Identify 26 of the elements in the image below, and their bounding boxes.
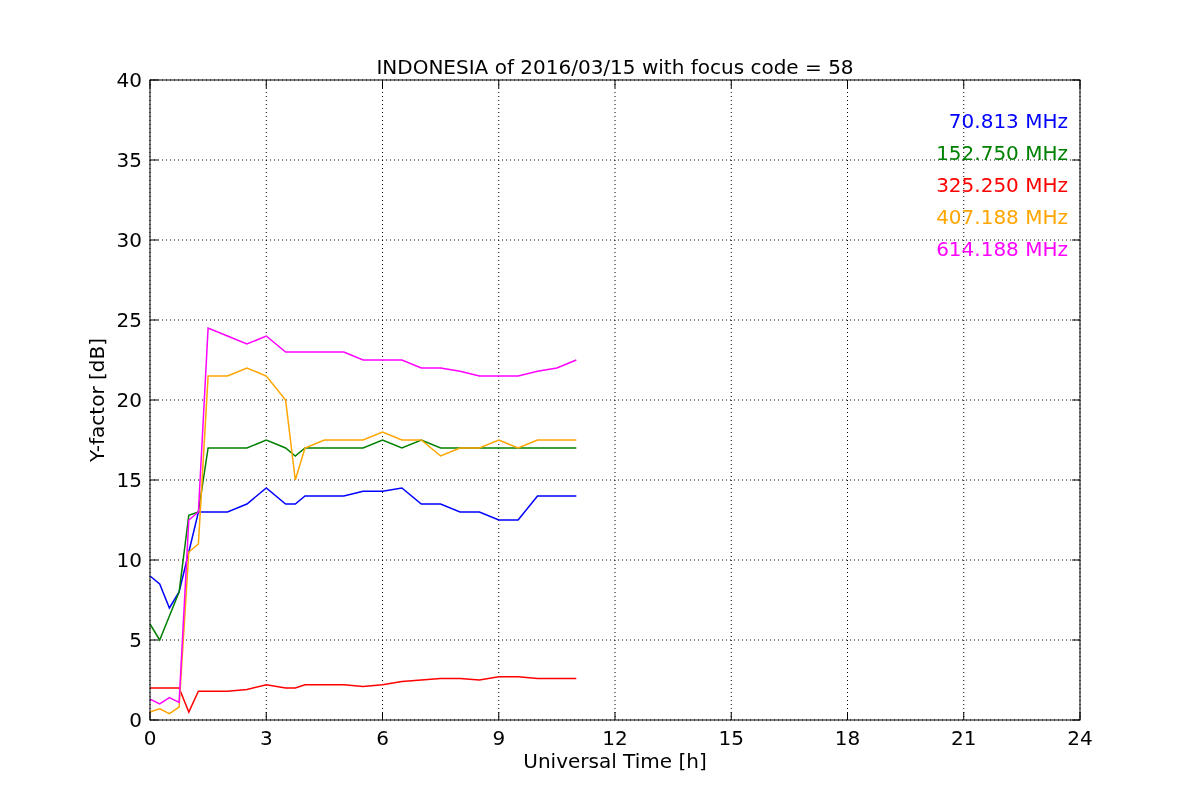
axis-label: Universal Time [h] [523,749,707,773]
legend-label: 70.813 MHz [948,109,1068,133]
tick-label: 0 [129,708,142,732]
tick-label: 15 [116,468,142,492]
legend-label: 152.750 MHz [936,141,1068,165]
tick-label: 3 [259,726,273,750]
legend-label: 614.188 MHz [936,237,1068,261]
tick-label: 9 [492,726,506,750]
axis-label: Y-factor [dB] [85,338,109,462]
tick-label: 10 [116,548,142,572]
legend-label: 407.188 MHz [936,205,1068,229]
tick-label: 6 [376,726,389,750]
tick-label: 25 [116,308,142,332]
legend-label: 325.250 MHz [936,173,1068,197]
tick-label: 35 [116,148,142,172]
chart-title: INDONESIA of 2016/03/15 with focus code = 58 [376,55,854,79]
tick-label: 12 [602,726,628,750]
tick-label: 20 [116,388,142,412]
tick-label: 18 [834,726,861,750]
tick-label: 40 [116,68,142,92]
tick-label: 30 [116,228,142,252]
tick-label: 5 [129,628,142,652]
tick-label: 24 [1067,726,1093,750]
tick-label: 0 [143,726,157,750]
tick-label: 21 [951,726,977,750]
tick-label: 15 [718,726,744,750]
